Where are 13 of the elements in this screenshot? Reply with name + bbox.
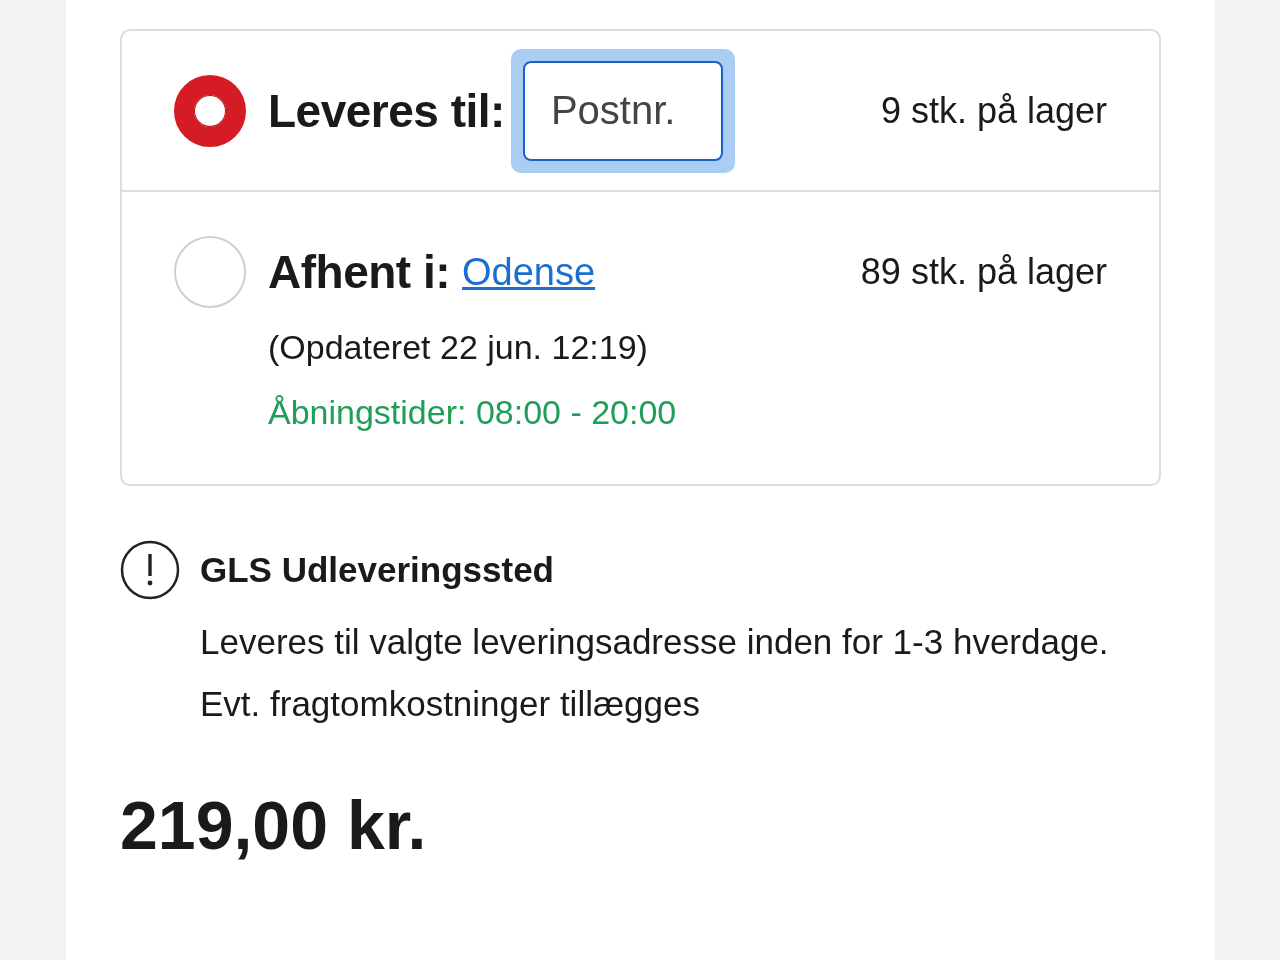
updated-time: (Opdateret 22 jun. 12:19)	[268, 328, 649, 367]
exclamation-icon	[120, 540, 180, 600]
notice-text: Leveres til valgte leveringsadresse inden for 1-3 hverdage.	[200, 622, 1109, 662]
price: 219,00 kr.	[120, 786, 428, 864]
stock-count: 9 stk. på lager	[880, 89, 1107, 132]
notice-title: GLS Udleveringssted	[200, 549, 555, 591]
option-label: Leveres til:	[268, 83, 505, 138]
notice-text: Evt. fragtomkostninger tillægges	[200, 684, 701, 724]
opening-hours: Åbningstider: 08:00 - 20:00	[268, 393, 678, 432]
option-label: Afhent i:	[268, 245, 450, 299]
stock-count: 89 stk. på lager	[860, 251, 1107, 293]
postcode-field[interactable]: Postnr.	[522, 60, 723, 161]
store-link[interactable]: Odense	[462, 250, 596, 294]
